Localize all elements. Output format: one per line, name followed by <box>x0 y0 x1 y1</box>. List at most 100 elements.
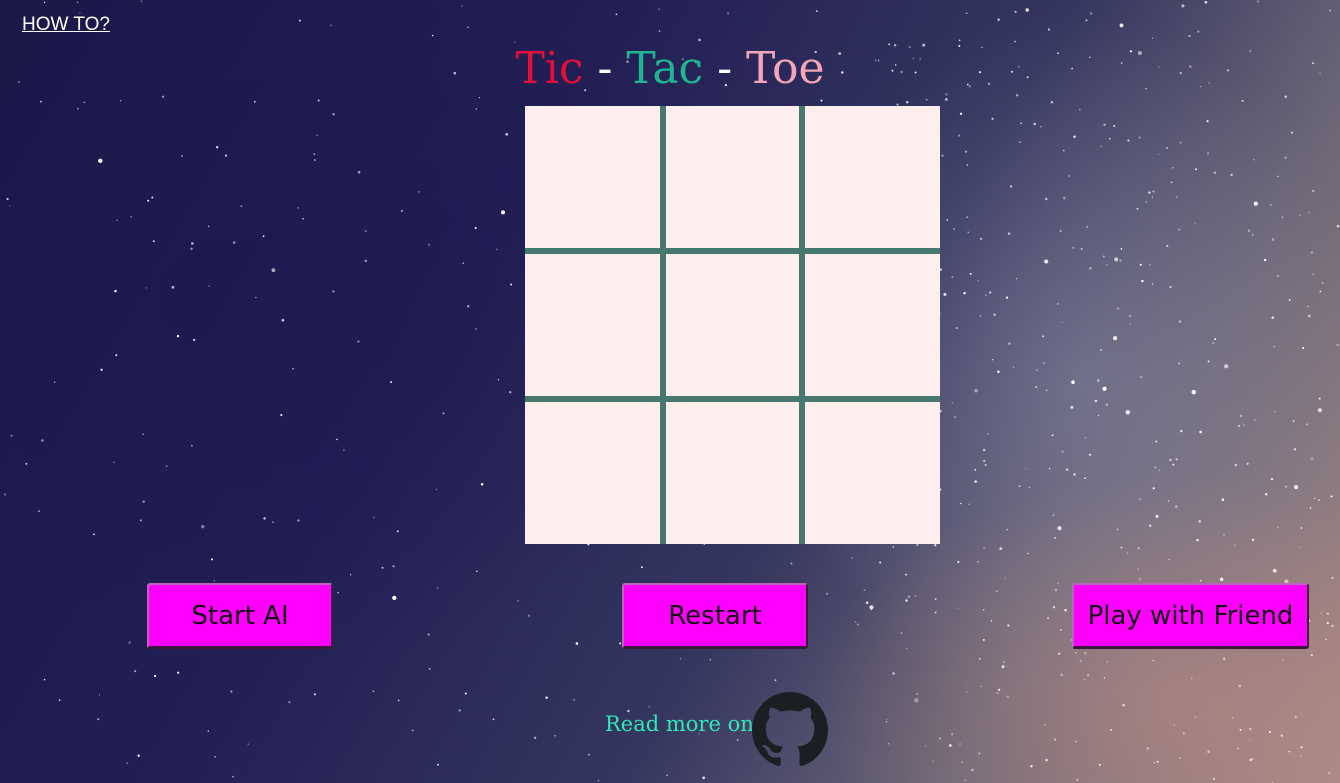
star <box>1288 750 1291 753</box>
star <box>230 690 233 693</box>
star <box>905 647 908 649</box>
star <box>951 276 954 279</box>
star <box>500 210 506 215</box>
star <box>1138 136 1141 139</box>
star <box>1122 703 1125 707</box>
github-icon[interactable] <box>752 692 828 768</box>
star <box>1079 108 1081 111</box>
star <box>982 448 986 452</box>
star <box>934 544 937 547</box>
star <box>147 199 150 202</box>
star <box>1172 463 1175 466</box>
star <box>41 439 44 442</box>
restart-button[interactable]: Restart <box>622 583 808 649</box>
star <box>1043 723 1046 726</box>
star <box>1153 761 1156 764</box>
board-cell-4[interactable] <box>525 254 660 396</box>
star <box>1044 197 1048 201</box>
star <box>1051 434 1054 437</box>
star <box>1113 124 1116 127</box>
star <box>1083 678 1086 681</box>
star <box>1319 290 1322 293</box>
star <box>1207 360 1210 363</box>
star <box>959 743 961 745</box>
star <box>1336 224 1340 228</box>
star <box>885 721 888 723</box>
star <box>955 326 959 330</box>
star <box>1025 467 1027 470</box>
star <box>134 670 137 673</box>
star <box>1325 638 1327 641</box>
star <box>905 599 908 602</box>
star <box>967 231 969 233</box>
star <box>1310 457 1314 460</box>
star <box>964 150 967 153</box>
star <box>597 779 600 782</box>
star <box>1307 314 1311 318</box>
star <box>934 598 937 600</box>
star <box>224 154 228 157</box>
star <box>1293 484 1299 490</box>
star <box>271 268 276 273</box>
board-cell-6[interactable] <box>805 254 940 396</box>
star <box>1047 28 1051 31</box>
star <box>1120 546 1123 549</box>
star <box>1065 468 1069 471</box>
star <box>1176 196 1178 198</box>
star <box>1194 168 1197 171</box>
star <box>1273 346 1275 348</box>
star <box>1018 485 1021 488</box>
star <box>1064 609 1067 612</box>
star <box>1048 467 1051 470</box>
play-with-friend-button[interactable]: Play with Friend <box>1072 583 1309 649</box>
star <box>961 761 963 764</box>
star <box>986 432 989 435</box>
star <box>1292 420 1295 422</box>
board-cell-3[interactable] <box>805 106 940 248</box>
start-ai-button[interactable]: Start AI <box>147 583 333 649</box>
star <box>1251 758 1254 760</box>
star <box>925 98 928 101</box>
star <box>1008 342 1011 345</box>
star <box>316 134 318 136</box>
star <box>1199 430 1202 434</box>
star <box>1061 321 1063 324</box>
board-cell-1[interactable] <box>525 106 660 248</box>
star <box>1236 747 1239 750</box>
star <box>997 18 1000 21</box>
star <box>332 113 335 116</box>
star <box>142 500 145 503</box>
star <box>1273 410 1276 413</box>
star <box>1181 4 1185 8</box>
star <box>1005 296 1009 299</box>
star <box>979 314 982 317</box>
star <box>1328 772 1331 775</box>
star <box>977 279 979 282</box>
star <box>1179 757 1181 759</box>
board-cell-7[interactable] <box>525 402 660 544</box>
star <box>1089 12 1093 15</box>
star <box>932 760 935 762</box>
star <box>960 502 962 505</box>
star <box>1206 152 1210 155</box>
star <box>1204 0 1208 4</box>
star <box>1035 369 1038 372</box>
star <box>263 517 266 520</box>
star <box>1033 122 1036 125</box>
star <box>948 743 952 747</box>
star <box>1285 485 1288 488</box>
star <box>1320 612 1322 614</box>
star <box>1223 657 1226 660</box>
star <box>505 133 508 136</box>
how-to-link[interactable]: HOW TO? <box>22 14 110 36</box>
star <box>357 340 360 343</box>
star <box>1073 473 1076 476</box>
board-cell-5[interactable] <box>666 254 799 396</box>
board-cell-8[interactable] <box>666 402 799 544</box>
star <box>255 296 257 299</box>
star <box>1318 397 1321 400</box>
star <box>1057 582 1059 584</box>
board-cell-9[interactable] <box>805 402 940 544</box>
board-cell-2[interactable] <box>666 106 799 248</box>
star <box>1018 141 1022 144</box>
